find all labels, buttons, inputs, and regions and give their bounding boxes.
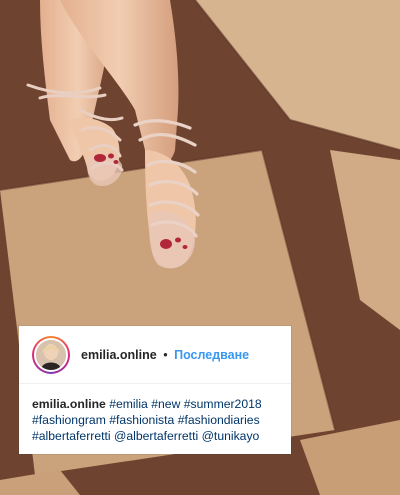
avatar[interactable] [34, 337, 68, 372]
post-username[interactable]: emilia.online [81, 348, 157, 362]
hashtag-link[interactable]: #summer2018 [184, 397, 262, 411]
post-header: emilia.online • Последване [19, 326, 291, 384]
hashtag-link[interactable]: #emilia [109, 397, 148, 411]
post-caption: emilia.online #emilia #new #summer2018 #… [19, 384, 291, 444]
separator-dot: • [163, 347, 168, 362]
instagram-post-card: emilia.online • Последване emilia.online… [19, 326, 291, 454]
hashtag-link[interactable]: #new [151, 397, 180, 411]
caption-username[interactable]: emilia.online [32, 397, 106, 411]
hashtag-link[interactable]: #fashionista [109, 413, 174, 427]
mention-link[interactable]: @tunikayo [202, 429, 260, 443]
hashtag-link[interactable]: #albertaferretti [32, 429, 111, 443]
follow-button[interactable]: Последване [174, 348, 249, 362]
hashtag-link[interactable]: #fashiongram [32, 413, 106, 427]
hashtag-link[interactable]: #fashiondiaries [178, 413, 260, 427]
mention-link[interactable]: @albertaferretti [114, 429, 198, 443]
avatar-story-ring[interactable] [32, 335, 70, 374]
avatar-image [36, 339, 66, 370]
header-text: emilia.online • Последване [81, 348, 249, 362]
